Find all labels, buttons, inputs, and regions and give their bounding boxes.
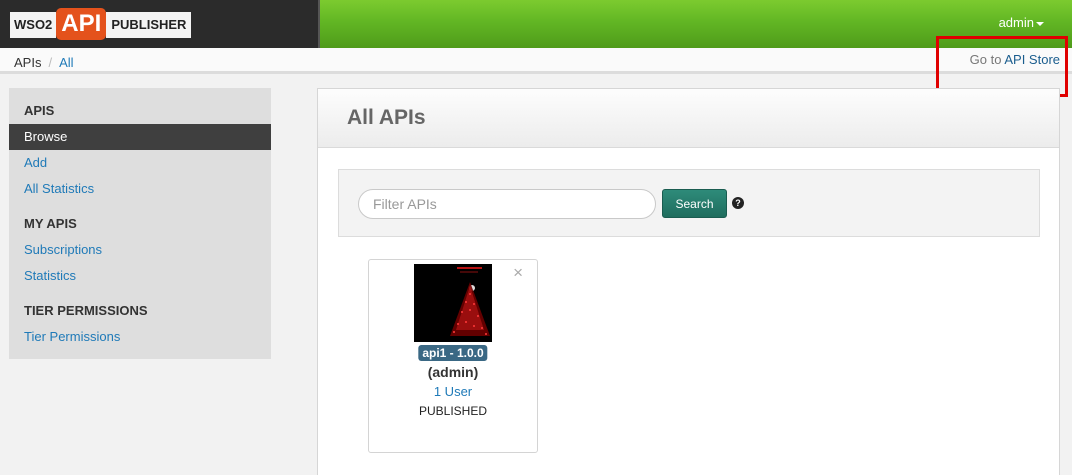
api-thumbnail[interactable]	[414, 264, 492, 342]
help-icon[interactable]: ?	[732, 197, 744, 209]
main-panel: All APIs Search ? × api1	[317, 88, 1060, 475]
sidebar-header-my-apis: MY APIS	[24, 216, 77, 231]
user-menu[interactable]: admin	[999, 15, 1044, 30]
user-name: admin	[998, 15, 1034, 30]
search-bar: Search ?	[338, 169, 1040, 237]
api-card: × api1 - 1.0.0 (admin) 1 User PUBLISHED	[368, 259, 538, 453]
api-users-link[interactable]: 1 User	[369, 384, 537, 399]
api-name-badge[interactable]: api1 - 1.0.0	[418, 345, 488, 361]
breadcrumb-all-link[interactable]: All	[59, 55, 73, 70]
sidebar-item-add[interactable]: Add	[9, 155, 47, 170]
sidebar-item-tier-permissions[interactable]: Tier Permissions	[9, 329, 120, 344]
page-title: All APIs	[347, 106, 426, 129]
api-status: PUBLISHED	[418, 404, 488, 418]
logo-publisher-text: PUBLISHER	[106, 12, 192, 38]
wso2-api-publisher-logo[interactable]: WSO2 API PUBLISHER	[10, 8, 192, 40]
search-button[interactable]: Search	[662, 189, 727, 218]
breadcrumb: APIs / All	[14, 55, 74, 70]
chevron-down-icon	[1036, 21, 1044, 26]
sidebar-header-tier-permissions: TIER PERMISSIONS	[24, 303, 148, 318]
sidebar-item-subscriptions[interactable]: Subscriptions	[9, 242, 102, 257]
close-icon[interactable]: ×	[513, 264, 523, 281]
christmas-tree-image	[414, 264, 492, 342]
sidebar-item-all-statistics[interactable]: All Statistics	[9, 181, 94, 196]
sidebar: APIS Browse Add All Statistics MY APIS S…	[9, 88, 271, 359]
breadcrumb-root: APIs	[14, 55, 42, 70]
filter-apis-input[interactable]	[358, 189, 656, 219]
logo-area: WSO2 API PUBLISHER	[0, 0, 320, 48]
top-header: WSO2 API PUBLISHER admin	[0, 0, 1072, 48]
main-header: All APIs	[318, 89, 1059, 148]
sidebar-item-browse[interactable]: Browse	[9, 124, 271, 150]
sidebar-header-apis: APIS	[24, 103, 55, 118]
logo-api-text: API	[56, 8, 107, 40]
sidebar-item-statistics[interactable]: Statistics	[9, 268, 76, 283]
logo-wso2-text: WSO2	[10, 12, 57, 38]
breadcrumb-separator: /	[48, 55, 53, 70]
breadcrumb-bar: APIs / All Go to API Store	[0, 48, 1072, 74]
api-owner: (admin)	[427, 364, 479, 380]
